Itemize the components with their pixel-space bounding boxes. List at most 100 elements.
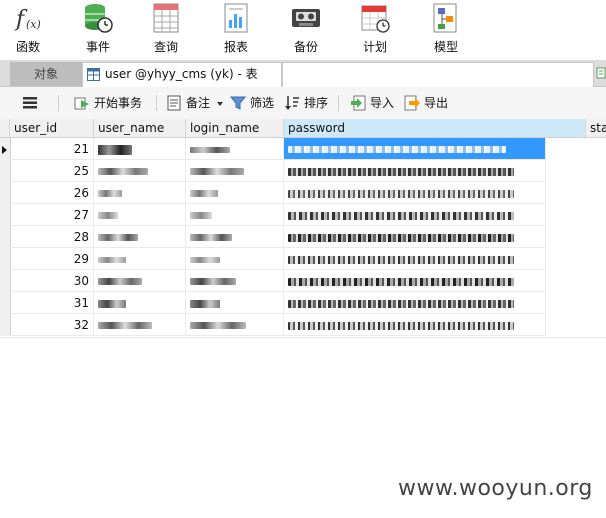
cell-user-id[interactable]: 28 [10,226,94,248]
table-row[interactable]: 26 [10,182,586,204]
cell-user-id[interactable]: 26 [10,182,94,204]
cell-password[interactable] [284,160,546,182]
backup-icon [292,9,320,27]
begin-transaction-button[interactable]: 开始事务 [74,93,148,113]
memo-dropdown-icon[interactable] [217,102,223,106]
import-icon [351,95,366,111]
column-header-password[interactable]: password [284,119,586,137]
ribbon-schedule-label: 计划 [362,40,387,54]
cell-user-name[interactable] [94,204,186,226]
sort-icon [285,96,299,110]
export-label: 导出 [424,96,449,110]
cell-login-name[interactable] [186,138,284,160]
column-header-user-id[interactable]: user_id [10,119,94,137]
cell-password[interactable] [284,138,546,160]
masked-value [98,168,148,175]
cell-login-name[interactable] [186,204,284,226]
filter-button[interactable]: 筛选 [230,93,276,113]
cell-password[interactable] [284,314,546,336]
tab-user-table[interactable]: user @yhyy_cms (yk) - 表 [82,62,282,87]
table-row[interactable]: 30 [10,270,586,292]
cell-login-name[interactable] [186,226,284,248]
ribbon-model-button[interactable]: 模型 [418,0,474,58]
column-header-login-name[interactable]: login_name [186,119,284,137]
masked-value [288,255,514,264]
masked-value [190,168,244,175]
ribbon-function-label: 函数 [15,40,40,54]
cell-user-id[interactable]: 25 [10,160,94,182]
ribbon-backup-button[interactable]: 备份 [278,0,334,58]
menu-icon[interactable] [22,96,38,110]
table-row[interactable]: 27 [10,204,586,226]
masked-value [98,322,152,329]
ribbon-query-button[interactable]: 查询 [138,0,194,58]
cell-password[interactable] [284,226,546,248]
ribbon-model-label: 模型 [433,40,458,54]
masked-value [288,277,514,286]
column-header-user-name[interactable]: user_name [94,119,186,137]
ribbon-toolbar: f (x) 函数 事件 查询 报表 备份 计划 模型 [0,0,606,60]
function-icon: f (x) [14,7,41,32]
cell-login-name[interactable] [186,292,284,314]
cell-user-name[interactable] [94,314,186,336]
cell-password[interactable] [284,248,546,270]
cell-password[interactable] [284,182,546,204]
cell-user-id[interactable]: 31 [10,292,94,314]
import-button[interactable]: 导入 [350,93,396,113]
sort-button[interactable]: 排序 [284,93,330,113]
masked-value [190,278,236,285]
cell-user-id[interactable]: 29 [10,248,94,270]
cell-user-id[interactable]: 30 [10,270,94,292]
table-row[interactable]: 21 [10,138,586,160]
ribbon-backup-label: 备份 [293,40,318,54]
export-button[interactable]: 导出 [404,93,450,113]
cell-login-name[interactable] [186,248,284,270]
cell-user-name[interactable] [94,138,186,160]
table-row[interactable]: 28 [10,226,586,248]
cell-user-name[interactable] [94,248,186,270]
masked-value [288,299,514,308]
ribbon-schedule-button[interactable]: 计划 [347,0,403,58]
cell-user-id[interactable]: 32 [10,314,94,336]
query-icon [153,3,179,33]
cell-login-name[interactable] [186,270,284,292]
current-row-indicator-icon [2,146,7,154]
ribbon-event-button[interactable]: 事件 [70,0,126,58]
masked-value [190,322,246,329]
column-header-status[interactable]: sta [586,119,606,137]
table-row[interactable]: 25 [10,160,586,182]
masked-value [98,256,126,263]
masked-value [288,146,506,153]
toolbar-separator [338,95,339,111]
cell-user-name[interactable] [94,270,186,292]
cell-password[interactable] [284,204,546,226]
cell-user-id[interactable]: 21 [10,138,94,160]
cell-user-name[interactable] [94,292,186,314]
filter-label: 筛选 [250,96,275,110]
grid-header: user_id user_name login_name password st… [0,119,606,138]
watermark: www.wooyun.org [398,476,593,501]
cell-login-name[interactable] [186,182,284,204]
cell-user-name[interactable] [94,226,186,248]
cell-login-name[interactable] [186,160,284,182]
cell-password[interactable] [284,292,546,314]
export-icon [404,95,420,111]
toolbar-separator [58,95,59,111]
ribbon-report-button[interactable]: 报表 [208,0,264,58]
tab-objects[interactable]: 对象 [10,62,82,86]
table-row[interactable]: 32 [10,314,586,336]
cell-user-name[interactable] [94,160,186,182]
masked-value [190,146,230,153]
ribbon-query-label: 查询 [153,40,178,54]
cell-password[interactable] [284,270,546,292]
masked-value [190,256,220,263]
model-icon [433,3,457,33]
masked-value [98,144,132,155]
cell-login-name[interactable] [186,314,284,336]
ribbon-function-button[interactable]: f (x) 函数 [0,0,56,58]
tab-overflow-icon[interactable] [596,66,606,80]
cell-user-id[interactable]: 27 [10,204,94,226]
table-row[interactable]: 31 [10,292,586,314]
table-row[interactable]: 29 [10,248,586,270]
cell-user-name[interactable] [94,182,186,204]
